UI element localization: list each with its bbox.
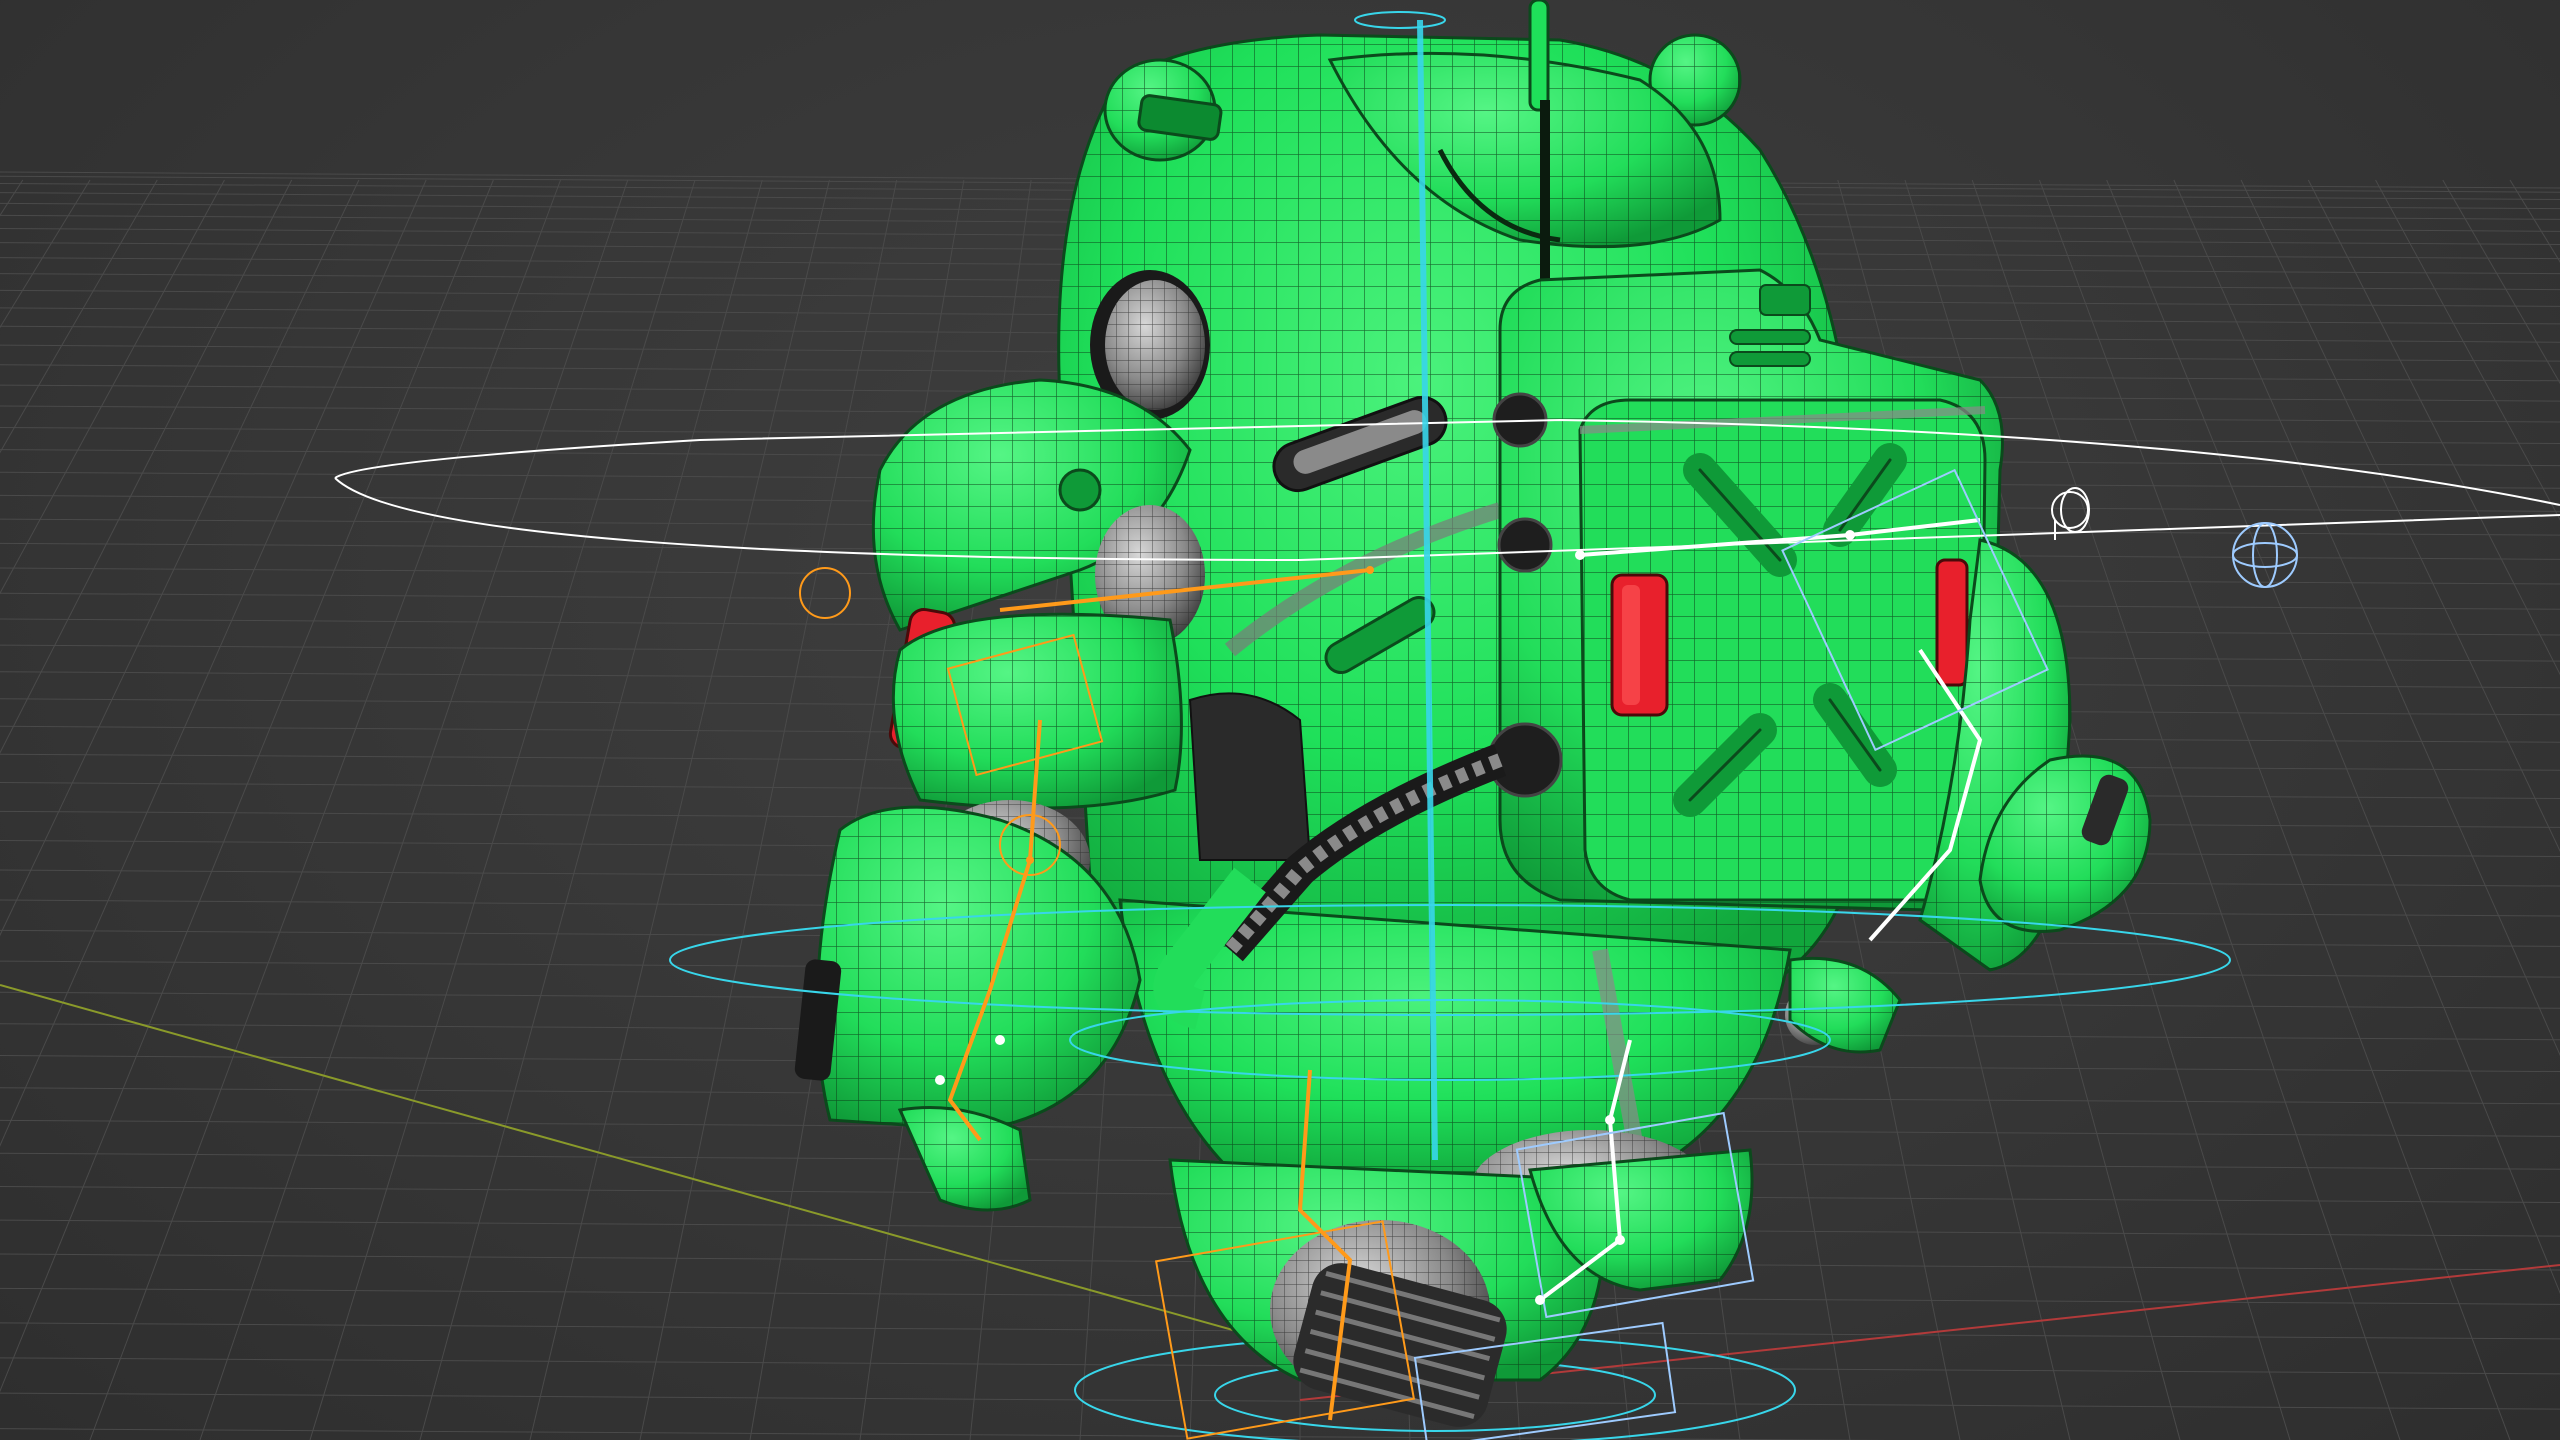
grid-line [0, 179, 293, 754]
pole-target-gizmo[interactable] [2232, 522, 2298, 588]
grid-line [0, 179, 24, 217]
grid-line [0, 179, 360, 937]
grid-line [0, 179, 494, 1393]
grid-line [2375, 179, 2560, 521]
grid-line [0, 179, 91, 329]
y-axis-line [0, 984, 1341, 1361]
grid-line [2307, 179, 2560, 676]
viewport-canvas[interactable] [0, 0, 2560, 1440]
grid-line [2106, 179, 2560, 1295]
red-light-right [1935, 558, 1969, 687]
grid-line [0, 179, 427, 1147]
grid-line [2442, 179, 2560, 385]
grid-line [0, 1392, 2560, 1410]
red-light-left [1610, 573, 1669, 717]
grid-line [89, 179, 562, 1440]
3d-viewport[interactable] [0, 0, 2560, 1440]
grid-line [0, 179, 225, 595]
head-control[interactable] [1354, 11, 1446, 29]
grid-line [2509, 179, 2560, 263]
grid-line [0, 179, 158, 454]
grid-line [2240, 179, 2560, 853]
backpack-tank[interactable] [1487, 268, 2004, 912]
grid-line [199, 179, 629, 1440]
grid-line [0, 1428, 1891, 1440]
